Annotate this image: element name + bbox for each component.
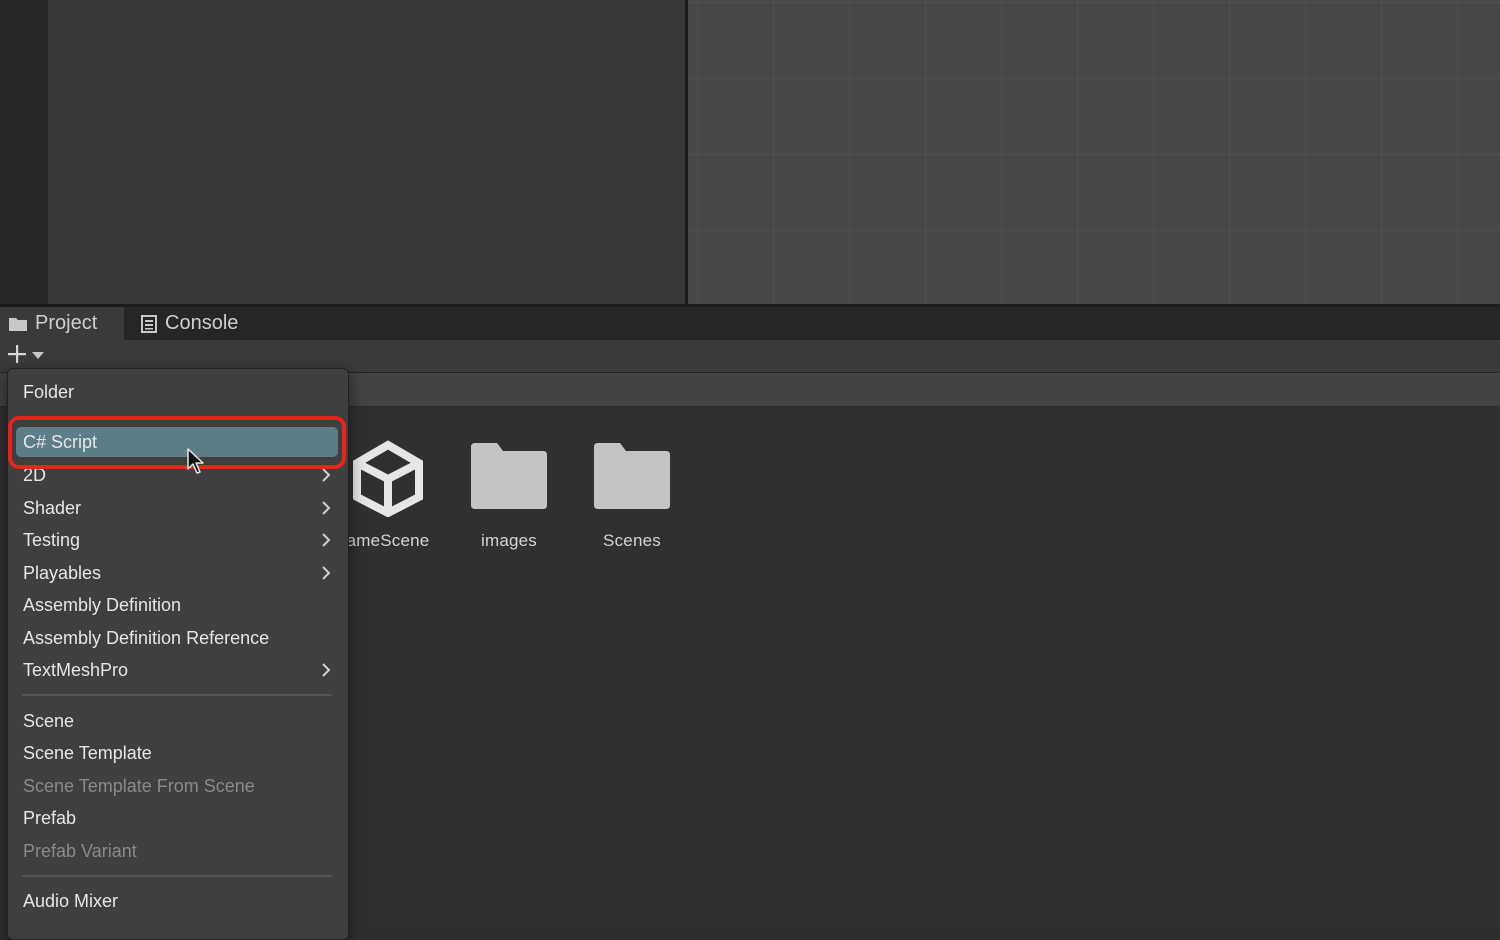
menu-item-label: Audio Mixer (23, 890, 119, 911)
asset-label: Scenes (603, 531, 661, 550)
asset-item-images[interactable]: images (447, 432, 571, 551)
menu-separator (22, 694, 332, 696)
menu-item-label: Scene Template From Scene (23, 775, 255, 796)
mouse-cursor-icon (186, 448, 206, 481)
menu-item-label: Playables (23, 562, 102, 583)
menu-item-scene[interactable]: Scene (9, 705, 331, 737)
menu-item-assembly-definition-reference[interactable]: Assembly Definition Reference (9, 622, 331, 654)
menu-item-label: Assembly Definition Reference (23, 627, 270, 648)
chevron-right-icon (321, 654, 331, 686)
toolbar-strip (0, 0, 48, 305)
menu-item-label: Testing (23, 529, 81, 550)
plus-icon (6, 343, 28, 370)
tab-project[interactable]: Project (0, 307, 124, 340)
scene-view[interactable] (688, 0, 1500, 305)
chevron-right-icon (321, 557, 331, 589)
asset-label: images (480, 531, 537, 550)
tab-console[interactable]: Console (140, 307, 238, 340)
folder-icon (447, 432, 571, 522)
menu-item-scene-template[interactable]: Scene Template (9, 737, 331, 769)
menu-item-label: Prefab (23, 807, 77, 828)
menu-separator (22, 875, 332, 877)
hierarchy-panel[interactable] (48, 0, 685, 305)
caret-down-icon (32, 347, 44, 365)
tab-console-label: Console (165, 312, 239, 334)
menu-item-folder[interactable]: Folder (9, 376, 331, 408)
menu-item-assembly-definition[interactable]: Assembly Definition (9, 589, 331, 621)
asset-item-scenes[interactable]: Scenes (570, 432, 694, 551)
folder-icon (8, 316, 28, 332)
menu-item-playables[interactable]: Playables (9, 557, 331, 589)
console-icon (140, 314, 158, 333)
tab-project-label: Project (35, 312, 98, 334)
menu-item-prefab[interactable]: Prefab (9, 802, 331, 834)
menu-item-shader[interactable]: Shader (9, 492, 331, 524)
menu-item-label: Folder (23, 381, 75, 402)
highlight-annotation (8, 416, 346, 469)
chevron-right-icon (321, 492, 331, 524)
menu-item-label: Shader (23, 497, 82, 518)
menu-item-testing[interactable]: Testing (9, 524, 331, 556)
menu-item-label: Prefab Variant (23, 840, 137, 861)
menu-item-label: Scene (23, 710, 75, 731)
tab-bar: Project Console (0, 307, 1500, 340)
menu-item-prefab-variant: Prefab Variant (9, 835, 331, 867)
menu-item-label: Scene Template (23, 742, 152, 763)
menu-item-audio-mixer[interactable]: Audio Mixer (9, 885, 331, 917)
create-dropdown-button[interactable] (6, 344, 50, 368)
folder-icon (570, 432, 694, 522)
menu-item-scene-template-from-scene: Scene Template From Scene (9, 770, 331, 802)
menu-item-label: Assembly Definition (23, 594, 182, 615)
menu-item-label: TextMeshPro (23, 659, 129, 680)
menu-item-textmeshpro[interactable]: TextMeshPro (9, 654, 331, 686)
chevron-right-icon (321, 524, 331, 556)
